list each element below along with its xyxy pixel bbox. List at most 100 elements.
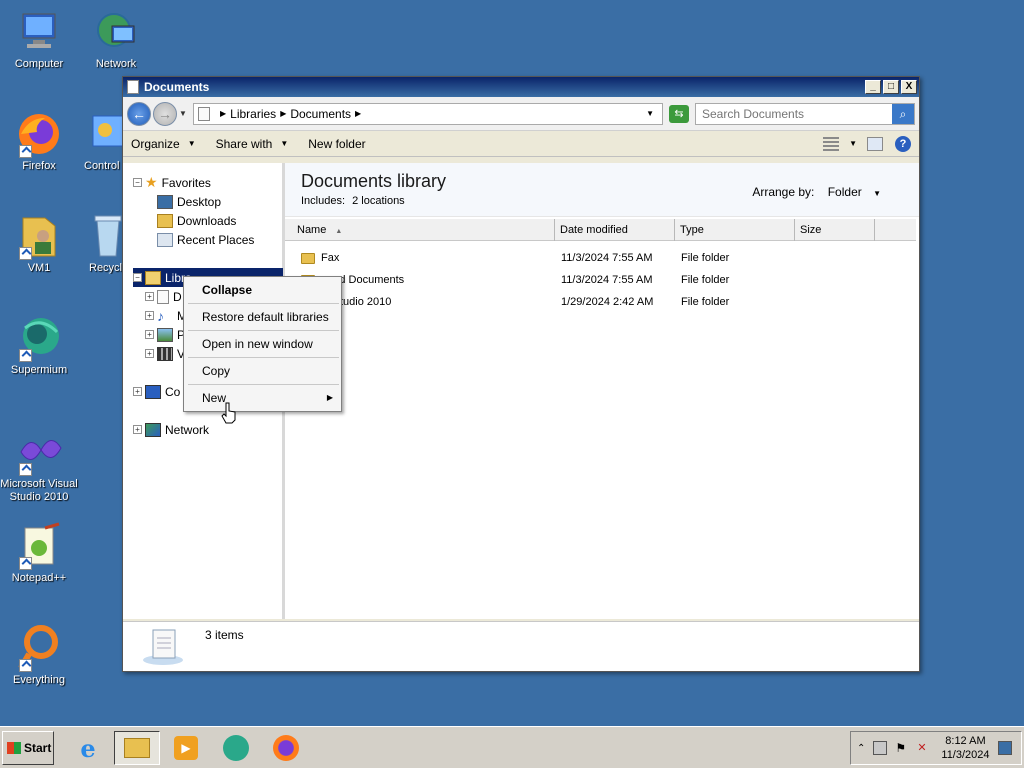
menu-item-open-in-new-window[interactable]: Open in new window	[184, 332, 341, 356]
chevron-right-icon[interactable]: ▶	[355, 109, 361, 118]
includes-locations-link[interactable]: 2 locations	[352, 195, 405, 207]
videos-icon	[157, 346, 173, 361]
back-button[interactable]: ←	[127, 101, 151, 126]
window-titlebar[interactable]: Documents _ □ X	[123, 77, 919, 97]
forward-button[interactable]: →	[153, 101, 177, 126]
column-date-modified[interactable]: Date modified	[555, 219, 675, 241]
desktop-icon-recycle-bin[interactable]: Recycle	[77, 212, 122, 274]
show-hidden-icons-icon[interactable]: ⌃	[857, 743, 865, 754]
start-label: Start	[24, 741, 52, 755]
address-field[interactable]: ▶ Libraries ▶ Documents ▶ ▼	[193, 102, 663, 125]
expand-icon[interactable]: +	[145, 349, 154, 358]
nav-library-music[interactable]: + ♪ M	[145, 306, 187, 325]
nav-network[interactable]: + Network	[133, 420, 209, 439]
chevron-down-icon[interactable]: ▼	[873, 189, 881, 198]
desktop-icon-label: Microsoft Visual Studio 2010	[0, 478, 78, 503]
media-player-icon: ▶	[174, 736, 198, 760]
user-folder-icon	[15, 212, 63, 260]
network-icon	[92, 8, 140, 56]
search-input[interactable]	[696, 106, 892, 121]
network-status-icon[interactable]	[873, 741, 888, 755]
nav-library-videos[interactable]: + V	[145, 344, 185, 363]
nav-library-documents[interactable]: + D	[145, 287, 182, 306]
expand-icon[interactable]: +	[145, 292, 154, 301]
refresh-button[interactable]: ⇆	[669, 104, 689, 123]
show-desktop-icon[interactable]	[997, 741, 1012, 755]
nav-computer[interactable]: + Co	[133, 382, 180, 401]
expand-icon[interactable]: +	[133, 387, 142, 396]
help-icon[interactable]: ?	[895, 135, 911, 152]
nav-recent-places[interactable]: Recent Places	[157, 230, 254, 249]
new-folder-button[interactable]: New folder	[308, 137, 365, 151]
preview-pane-icon[interactable]	[867, 136, 883, 151]
desktop-icon-network[interactable]: Network	[77, 8, 155, 70]
change-view-icon[interactable]	[823, 136, 840, 151]
expand-icon[interactable]: +	[145, 330, 154, 339]
file-pane[interactable]: Documents library Includes: 2 locations …	[285, 163, 919, 619]
menu-separator	[188, 303, 339, 304]
desktop-icon-label: Everything	[13, 674, 65, 686]
organize-button[interactable]: Organize ▼	[131, 137, 196, 151]
chevron-right-icon[interactable]: ▶	[220, 109, 226, 118]
clock[interactable]: 8:12 AM 11/3/2024	[941, 734, 989, 762]
desktop-icon-computer[interactable]: Computer	[0, 8, 78, 70]
column-name[interactable]: Name ▲	[285, 219, 555, 241]
collapse-icon[interactable]: −	[133, 273, 142, 282]
action-center-flag-icon[interactable]: ⚑	[895, 741, 909, 755]
desktop-icon-label: Computer	[14, 58, 64, 70]
file-row[interactable]: al Studio 2010 1/29/2024 2:42 AM File fo…	[285, 291, 916, 313]
column-size[interactable]: Size	[795, 219, 875, 241]
start-button[interactable]: Start	[2, 731, 54, 765]
nav-favorites[interactable]: − ★ Favorites	[133, 173, 211, 192]
desktop-icon-supermium[interactable]: Supermium	[0, 314, 78, 376]
breadcrumb-documents[interactable]: Documents	[290, 107, 351, 121]
search-icon[interactable]: ⌕	[892, 103, 914, 124]
arrange-by-dropdown[interactable]: Folder	[828, 185, 862, 199]
view-dropdown-icon[interactable]: ▼	[849, 139, 857, 148]
nav-downloads-label: Downloads	[177, 213, 237, 228]
address-dropdown-icon[interactable]: ▼	[646, 109, 654, 118]
recent-pages-dropdown[interactable]: ▼	[179, 109, 189, 118]
desktop-icon-everything[interactable]: Everything	[0, 624, 78, 686]
file-row[interactable]: nned Documents 11/3/2024 7:55 AM File fo…	[285, 269, 916, 291]
file-date: 1/29/2024 2:42 AM	[561, 296, 654, 308]
taskbar-internet-explorer[interactable]: e	[68, 731, 108, 765]
chevron-right-icon[interactable]: ▶	[280, 109, 286, 118]
library-icon	[198, 106, 210, 121]
taskbar-media-player[interactable]: ▶	[166, 731, 206, 765]
menu-separator	[188, 330, 339, 331]
menu-item-restore-default-libraries[interactable]: Restore default libraries	[184, 305, 341, 329]
desktop-icon-control-panel[interactable]: Control	[77, 110, 125, 172]
menu-item-copy[interactable]: Copy	[184, 359, 341, 383]
documents-library-icon	[141, 626, 183, 666]
firefox-icon	[273, 735, 299, 761]
desktop-icon-vm1[interactable]: VM1	[0, 212, 78, 274]
column-type[interactable]: Type	[675, 219, 795, 241]
minimize-button[interactable]: _	[865, 80, 881, 94]
expand-icon[interactable]: +	[133, 425, 142, 434]
taskbar-explorer[interactable]	[114, 731, 160, 765]
desktop-icon-visual-studio[interactable]: Microsoft Visual Studio 2010	[0, 428, 78, 504]
breadcrumb-libraries[interactable]: Libraries	[230, 107, 276, 121]
sort-ascending-icon: ▲	[335, 228, 343, 235]
folder-icon	[124, 738, 150, 758]
taskbar-firefox[interactable]	[266, 731, 306, 765]
volume-muted-icon[interactable]: ✕	[917, 741, 931, 755]
desktop-icon-notepad-plus-plus[interactable]: Notepad++	[0, 522, 78, 584]
menu-item-collapse[interactable]: Collapse	[184, 278, 341, 302]
nav-downloads[interactable]: Downloads	[157, 211, 236, 230]
close-button[interactable]: X	[901, 80, 917, 94]
desktop-icon-firefox[interactable]: Firefox	[0, 110, 78, 172]
maximize-button[interactable]: □	[883, 80, 899, 94]
collapse-icon[interactable]: −	[133, 178, 142, 187]
nav-library-pictures[interactable]: + P	[145, 325, 185, 344]
system-tray: ⌃ ⚑ ✕ 8:12 AM 11/3/2024	[850, 731, 1022, 765]
search-box[interactable]: ⌕	[695, 102, 915, 125]
arrange-by-label: Arrange by:	[752, 185, 815, 199]
menu-item-new[interactable]: New ▶	[184, 386, 341, 410]
taskbar-supermium[interactable]	[216, 731, 256, 765]
share-with-button[interactable]: Share with ▼	[216, 137, 289, 151]
expand-icon[interactable]: +	[145, 311, 154, 320]
nav-desktop[interactable]: Desktop	[157, 192, 221, 211]
file-row[interactable]: Fax 11/3/2024 7:55 AM File folder	[285, 247, 916, 269]
